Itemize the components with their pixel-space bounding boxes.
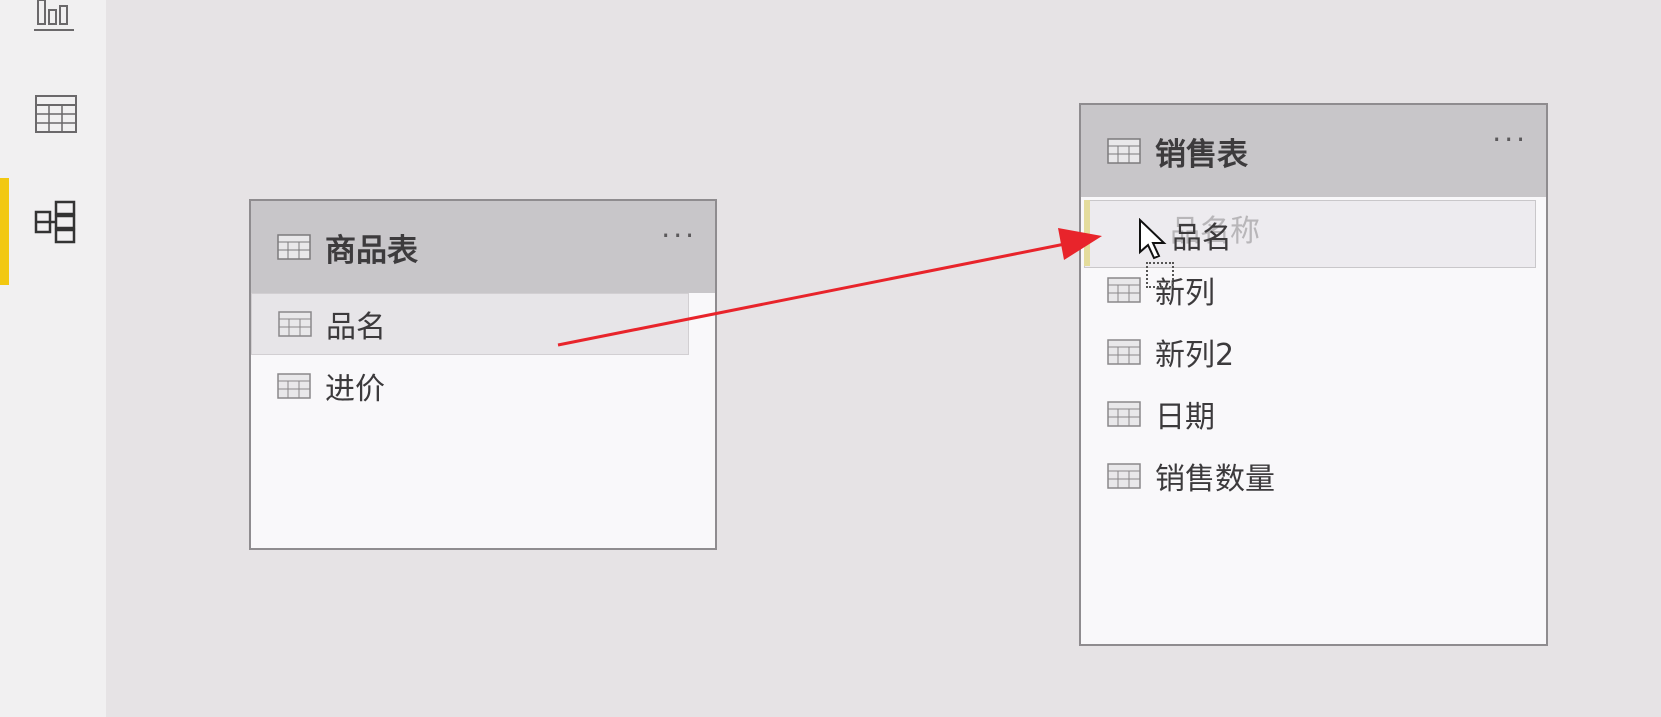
column-icon: [278, 311, 312, 337]
column-icon: [1107, 339, 1141, 365]
more-options-icon[interactable]: ···: [1492, 123, 1528, 156]
field-label: 品名: [326, 310, 386, 345]
field-row-riqi[interactable]: 日期: [1081, 383, 1546, 445]
drag-copy-icon: [1146, 262, 1174, 288]
table-card-products[interactable]: 商品表 ··· 品名 进价: [249, 199, 717, 550]
table-title: 销售表: [1155, 136, 1248, 173]
column-icon: [1107, 401, 1141, 427]
left-view-rail: [0, 0, 106, 717]
active-view-indicator: [0, 178, 9, 285]
table-title: 商品表: [325, 232, 418, 269]
field-label: 日期: [1155, 400, 1215, 435]
column-icon: [1107, 463, 1141, 489]
model-view-icon[interactable]: [30, 198, 82, 250]
data-view-icon[interactable]: [30, 90, 82, 142]
field-row-xinlie2[interactable]: 新列2: [1081, 321, 1546, 383]
table-icon: [1107, 138, 1141, 164]
field-label: 进价: [325, 372, 385, 407]
drag-target-label: 品名: [1172, 221, 1232, 256]
field-row-xiaoshoushuliang[interactable]: 销售数量: [1081, 445, 1546, 507]
table-icon: [277, 234, 311, 260]
field-row-pinming[interactable]: 品名: [251, 293, 689, 355]
report-view-icon[interactable]: [30, 0, 82, 40]
field-label: 新列2: [1155, 338, 1235, 373]
more-options-icon[interactable]: ···: [661, 219, 697, 252]
field-label: 销售数量: [1155, 462, 1275, 497]
mouse-pointer-icon: [1138, 217, 1168, 266]
table-card-header[interactable]: 销售表 ···: [1081, 105, 1546, 197]
table-card-header[interactable]: 商品表 ···: [251, 201, 715, 293]
field-row-jinjia[interactable]: 进价: [251, 355, 715, 417]
column-icon: [277, 373, 311, 399]
column-icon: [1107, 277, 1141, 303]
table-card-sales[interactable]: 销售表 ··· 新列 新列2 日期 销售数量: [1079, 103, 1548, 646]
